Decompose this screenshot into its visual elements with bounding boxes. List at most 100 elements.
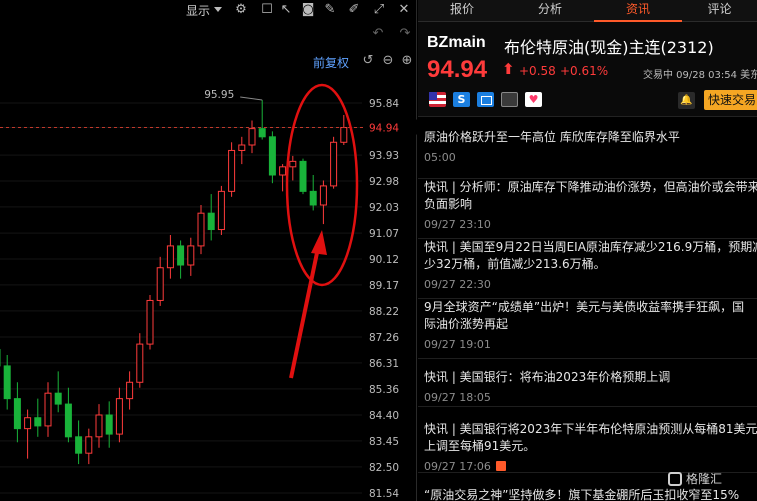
- candle-body[interactable]: [330, 141, 338, 187]
- cursor-icon[interactable]: ↖: [278, 2, 294, 18]
- news-title[interactable]: 快讯 | 美国至9月22日当周EIA原油库存减少216.9万桶，预期减 少32万…: [424, 239, 757, 273]
- heart-icon[interactable]: ♥: [525, 92, 542, 107]
- candle-body[interactable]: [54, 392, 62, 405]
- candle-body[interactable]: [34, 417, 42, 427]
- candle-body[interactable]: [228, 149, 236, 192]
- news-item[interactable]: 快讯 | 分析师：原油库存下降推动油价涨势，但高油价或会带来 负面影响 09/27…: [418, 179, 757, 239]
- candle-body[interactable]: [64, 403, 72, 438]
- document-icon[interactable]: [501, 92, 518, 107]
- candle-body[interactable]: [24, 417, 32, 430]
- candle-body[interactable]: [309, 190, 317, 206]
- news-title[interactable]: 原油价格跃升至一年高位 库欣库存降至临界水平: [424, 129, 757, 146]
- news-item[interactable]: 快讯 | 美国至9月22日当周EIA原油库存减少216.9万桶，预期减 少32万…: [418, 239, 757, 299]
- news-item[interactable]: 9月全球资产“成绩单”出炉！美元与美债收益率携手狂飙，国 际油价涨势再起 09/2…: [418, 299, 757, 359]
- fullscreen-icon[interactable]: ⤢: [371, 2, 387, 18]
- square-icon[interactable]: ☐: [259, 2, 275, 18]
- candle-body[interactable]: [279, 166, 287, 176]
- display-dropdown[interactable]: 显示: [186, 2, 210, 19]
- y-axis-labels: 95.84 94.94 93.93 92.98 92.03 91.07 90.12 89.17…: [364, 98, 417, 500]
- news-list: 原油价格跃升至一年高位 库欣库存降至临界水平 05:00 快讯 | 分析师：原油库存…: [418, 116, 757, 501]
- chevron-down-icon[interactable]: [214, 7, 222, 12]
- grid-icon[interactable]: [477, 92, 494, 107]
- news-time: 09/27 23:10: [424, 218, 491, 231]
- back-arrow-icon[interactable]: ↶: [370, 26, 386, 42]
- price-change-percent: +0.61%: [560, 64, 609, 78]
- candle-body[interactable]: [299, 160, 307, 192]
- zoom-out-icon[interactable]: ⊖: [380, 53, 396, 69]
- y-tick-label: 94.94: [369, 123, 399, 135]
- restore-adjust-button[interactable]: 前复权: [313, 54, 349, 71]
- y-tick-label: 85.36: [369, 384, 399, 396]
- undo-icon[interactable]: ↺: [360, 53, 376, 69]
- bell-icon[interactable]: 🔔: [678, 92, 695, 109]
- candle-body[interactable]: [75, 436, 83, 454]
- candle-body[interactable]: [217, 190, 225, 231]
- candle-body[interactable]: [156, 267, 164, 301]
- candle-body[interactable]: [44, 392, 52, 427]
- candle-body[interactable]: [85, 436, 93, 454]
- candle-body[interactable]: [207, 212, 215, 231]
- news-title[interactable]: 快讯 | 分析师：原油库存下降推动油价涨势，但高油价或会带来 负面影响: [424, 179, 757, 213]
- news-item[interactable]: 快讯 | 美国银行将2023年下半年布伦特原油预测从每桶81美元 上调至每桶91…: [418, 421, 757, 473]
- news-title[interactable]: 快讯 | 美国银行将2023年下半年布伦特原油预测从每桶81美元 上调至每桶91…: [424, 421, 757, 455]
- close-icon[interactable]: ✕: [396, 2, 412, 18]
- camera-icon[interactable]: ◙: [300, 2, 316, 18]
- forward-arrow-icon[interactable]: ↷: [397, 26, 413, 42]
- s-badge-icon[interactable]: S: [453, 92, 470, 107]
- candle-body[interactable]: [13, 398, 21, 430]
- tab-analysis[interactable]: 分析: [506, 0, 594, 22]
- watermark-text: 格隆汇: [686, 472, 723, 486]
- news-time: 09/27 19:01: [424, 338, 491, 351]
- chart-pane[interactable]: 显示 ⚙ ☐ ↖ ◙ ✎ ✐ ⤢ ✕ 95.84 94.94 93.93 92.98 9…: [0, 0, 417, 501]
- candle-body[interactable]: [105, 414, 113, 435]
- candle-body[interactable]: [187, 245, 195, 266]
- tab-comments[interactable]: 评论: [682, 0, 757, 22]
- y-tick-label: 81.54: [369, 488, 399, 500]
- candle-body[interactable]: [3, 365, 11, 400]
- watermark: 格隆汇: [668, 470, 722, 487]
- news-time: 09/27 22:30: [424, 278, 491, 291]
- pencil-icon[interactable]: ✐: [346, 2, 362, 18]
- candle-body[interactable]: [177, 245, 185, 266]
- candle-body[interactable]: [95, 414, 103, 438]
- last-price: 94.94: [427, 56, 488, 83]
- candle-body[interactable]: [146, 299, 154, 345]
- y-tick-label: 92.03: [369, 202, 399, 214]
- candle-body[interactable]: [136, 343, 144, 383]
- news-title[interactable]: 9月全球资产“成绩单”出炉！美元与美债收益率携手狂飙，国 际油价涨势再起: [424, 299, 757, 333]
- candle-body[interactable]: [115, 398, 123, 435]
- tab-news[interactable]: 资讯: [594, 0, 682, 22]
- candle-body[interactable]: [340, 127, 348, 143]
- candle-body[interactable]: [197, 212, 205, 247]
- settings-icon[interactable]: ⚙: [233, 2, 249, 18]
- news-title[interactable]: 快讯 | 美国银行：将布油2023年价格预期上调: [424, 369, 757, 386]
- zoom-in-icon[interactable]: ⊕: [399, 53, 415, 69]
- panel-tabs: 报价 分析 资讯 评论: [418, 0, 757, 22]
- news-meta: 09/27 22:30: [424, 278, 491, 291]
- symbol-code: BZmain: [427, 34, 486, 51]
- candle-body[interactable]: [166, 245, 174, 269]
- news-item[interactable]: “原油交易之神”坚持做多！旗下基金硼所后玉扣收窄至15%: [418, 487, 757, 501]
- candle-body[interactable]: [289, 160, 297, 168]
- y-tick-label: 91.07: [369, 228, 399, 240]
- y-tick-label: 83.45: [369, 436, 399, 448]
- y-tick-label: 84.40: [369, 410, 399, 422]
- quick-trade-button[interactable]: 快速交易: [704, 90, 757, 110]
- news-item[interactable]: 原油价格跃升至一年高位 库欣库存降至临界水平 05:00: [418, 129, 757, 179]
- candle-body[interactable]: [238, 144, 246, 151]
- y-tick-label: 95.84: [369, 98, 399, 110]
- arrow-up-icon: ⬆: [502, 60, 515, 78]
- news-time: 05:00: [424, 151, 456, 164]
- candle-body[interactable]: [268, 136, 276, 176]
- candle-body[interactable]: [248, 128, 256, 146]
- tab-quote[interactable]: 报价: [418, 0, 506, 22]
- candle-body[interactable]: [319, 185, 327, 206]
- y-tick-label: 93.93: [369, 150, 399, 162]
- candle-body[interactable]: [126, 381, 134, 400]
- quote-header: BZmain 布伦特原油(现金)主连(2312) 94.94 ⬆ +0.58 +…: [418, 22, 757, 116]
- news-item[interactable]: 快讯 | 美国银行：将布油2023年价格预期上调 09/27 18:05: [418, 369, 757, 407]
- brush-icon[interactable]: ✎: [322, 2, 338, 18]
- candle-body[interactable]: [258, 128, 266, 138]
- candlestick-chart[interactable]: 95.84 94.94 93.93 92.98 92.03 91.07 90.12 89.17…: [0, 20, 417, 501]
- news-title[interactable]: “原油交易之神”坚持做多！旗下基金硼所后玉扣收窄至15%: [424, 487, 757, 501]
